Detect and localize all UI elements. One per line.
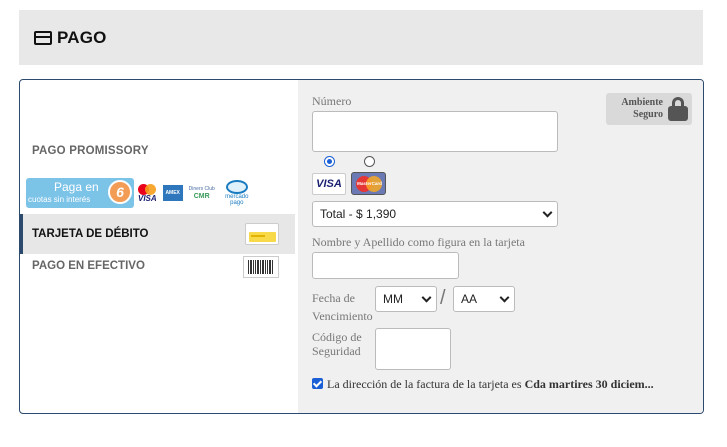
mastercard-logo[interactable]: MasterCard <box>351 172 386 195</box>
credit-card-icon <box>34 30 52 45</box>
payment-option-promissory[interactable]: PAGO PROMISSORY <box>32 145 149 157</box>
expiry-year-select[interactable]: AA <box>453 286 515 312</box>
accepted-cards-logos: VISA AMEX Diners Club CMR mercado pago <box>138 178 253 208</box>
payment-option-debit[interactable]: TARJETA DE DÉBITO <box>20 214 295 254</box>
billing-address-value: Cda martires 30 diciem... <box>524 377 654 391</box>
card-brand-radio-mastercard[interactable] <box>364 156 375 167</box>
mastercard-visa-logo: VISA <box>138 183 157 203</box>
payment-panel: PAGO PROMISSORY Paga en cuotas sin inter… <box>19 79 704 414</box>
chevron-down-icon <box>499 292 510 303</box>
debit-card-icon <box>245 223 279 245</box>
expiry-month-select[interactable]: MM <box>375 286 437 312</box>
billing-address-checkbox[interactable] <box>312 378 323 389</box>
security-code-input[interactable] <box>375 328 451 370</box>
promo-line2: cuotas sin interés <box>28 195 91 204</box>
installments-select-value: Total - $ 1,390 <box>320 207 397 221</box>
installments-select[interactable]: Total - $ 1,390 <box>312 201 558 227</box>
visa-logo[interactable]: VISA <box>312 173 346 195</box>
card-form: Número Ambiente Seguro VISA MasterCard T… <box>298 80 703 413</box>
cardholder-name-input[interactable] <box>312 252 459 279</box>
debit-option-label: TARJETA DE DÉBITO <box>32 228 149 240</box>
card-number-label: Número <box>312 94 352 108</box>
payment-header: PAGO <box>19 10 703 65</box>
amex-logo: AMEX <box>162 185 183 201</box>
card-number-input[interactable] <box>312 111 558 152</box>
promo-line1: Paga en <box>54 180 99 194</box>
cardholder-name-label: Nombre y Apellido como figura en la tarj… <box>312 235 525 249</box>
expiry-separator: / <box>440 287 446 309</box>
security-code-label: Código de Seguridad <box>312 330 362 358</box>
expiry-year-value: AA <box>461 292 478 306</box>
mercadopago-logo: mercado pago <box>221 180 253 206</box>
payment-option-cash[interactable]: PAGO EN EFECTIVO <box>32 260 145 272</box>
diners-cmr-logo: Diners Club CMR <box>188 186 215 200</box>
chevron-down-icon <box>542 207 553 218</box>
page-title: PAGO <box>57 27 107 47</box>
installments-promo-banner[interactable]: Paga en cuotas sin interés 6 <box>26 178 134 208</box>
secure-badge-text: Ambiente Seguro <box>621 97 663 120</box>
barcode-icon <box>243 256 279 278</box>
card-brand-radio-visa[interactable] <box>324 156 335 167</box>
promo-installments-number: 6 <box>108 180 132 204</box>
expiry-label: Fecha de Vencimiento <box>312 291 373 323</box>
secure-environment-badge: Ambiente Seguro <box>606 93 692 125</box>
chevron-down-icon <box>421 292 432 303</box>
expiry-month-value: MM <box>383 292 403 306</box>
lock-icon <box>668 97 688 121</box>
billing-address-text: La dirección de la factura de la tarjeta… <box>327 377 654 391</box>
payment-methods: PAGO PROMISSORY Paga en cuotas sin inter… <box>20 80 298 413</box>
